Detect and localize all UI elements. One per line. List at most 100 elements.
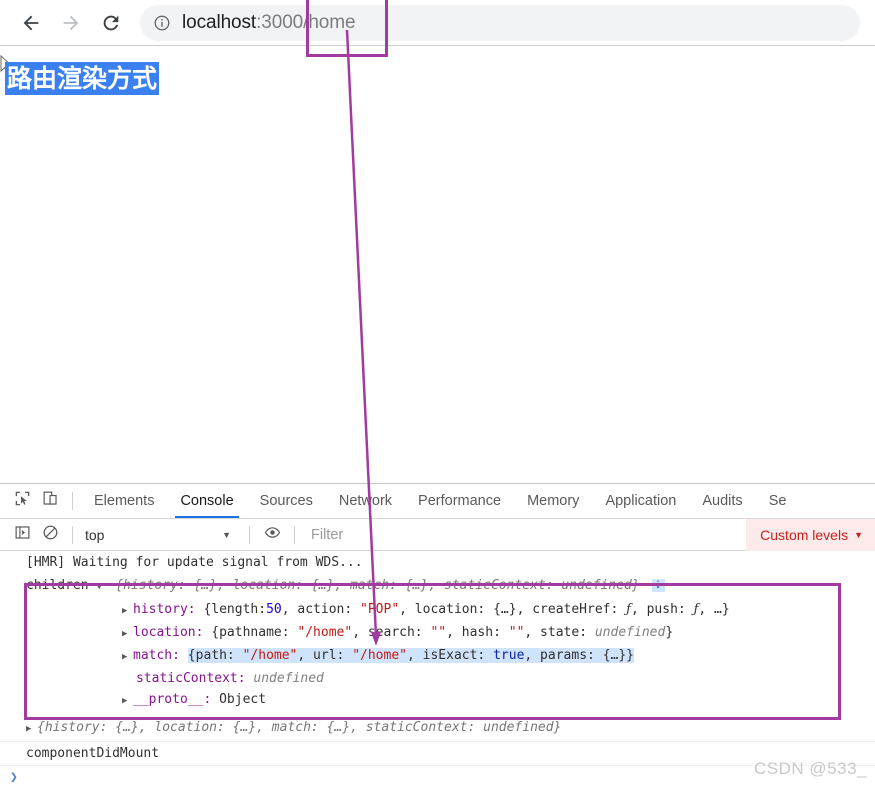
match-selected-text: {path: "/home", url: "/home", isExact: t…	[187, 648, 634, 663]
tab-performance[interactable]: Performance	[405, 484, 514, 518]
live-expression-button[interactable]	[258, 522, 286, 548]
devtools-tabbar: Elements Console Sources Network Perform…	[0, 484, 875, 519]
console-message-didmount: componentDidMount	[0, 742, 875, 766]
location-tail: }	[665, 625, 674, 640]
tab-memory[interactable]: Memory	[514, 484, 592, 518]
clear-console-button[interactable]	[36, 522, 64, 548]
history-location-key: , location:	[399, 602, 486, 617]
match-key: match:	[133, 648, 180, 663]
tab-elements[interactable]: Elements	[81, 484, 167, 518]
address-bar[interactable]: localhost:3000/home	[140, 5, 860, 41]
inspect-cursor-icon	[14, 490, 31, 512]
console-sidebar-toggle[interactable]	[8, 522, 36, 548]
url-host: localhost	[182, 12, 257, 33]
back-button[interactable]	[14, 6, 48, 40]
browser-toolbar: localhost:3000/home	[0, 0, 875, 46]
history-action-value: "POP"	[360, 602, 400, 617]
collapsed-object-summary: {history: {…}, location: {…}, match: {…}…	[37, 720, 562, 735]
screenshot-root: localhost:3000/home 路由渲染方式 Elements Cons…	[0, 0, 875, 795]
match-brace: {path:	[187, 648, 235, 663]
history-key: history:	[133, 602, 196, 617]
console-message-collapsed-object[interactable]: ▶ {history: {…}, location: {…}, match: {……	[0, 712, 875, 742]
console-message-children[interactable]: children ▼ {history: {…}, location: {…},…	[0, 574, 875, 599]
staticcontext-value: undefined	[253, 671, 324, 686]
console-prop-location[interactable]: ▶ location: {pathname: "/home", search: "…	[0, 622, 875, 645]
tab-sources[interactable]: Sources	[247, 484, 326, 518]
location-state-key: , state:	[524, 625, 588, 640]
console-prop-history[interactable]: ▶ history: {length:50, action: "POP", loc…	[0, 599, 875, 622]
filterbar-divider-3	[294, 525, 295, 544]
console-levels-dropdown[interactable]: Custom levels ▼	[746, 518, 875, 551]
device-toggle-icon	[42, 490, 59, 512]
toolbar-divider	[72, 492, 73, 510]
staticcontext-key: staticContext:	[136, 671, 246, 686]
page-viewport: 路由渲染方式	[0, 47, 875, 483]
clear-console-icon	[42, 524, 59, 546]
chevron-down-icon: ▼	[854, 529, 863, 540]
didmount-text: componentDidMount	[26, 746, 160, 761]
console-prop-staticcontext: staticContext: undefined	[0, 668, 875, 689]
tab-security[interactable]: Se	[756, 484, 800, 518]
match-isexact-value: true	[493, 648, 525, 663]
devtools-panel: Elements Console Sources Network Perform…	[0, 483, 875, 795]
forward-arrow-icon	[60, 12, 82, 34]
match-isexact-key: , isExact:	[406, 648, 486, 663]
tab-network[interactable]: Network	[326, 484, 405, 518]
location-pathname-value: "/home"	[297, 625, 353, 640]
match-params-key: , params:	[524, 648, 595, 663]
sidebar-panel-icon	[14, 524, 31, 546]
execution-context-select[interactable]: top ▼	[81, 527, 241, 543]
tab-application[interactable]: Application	[592, 484, 689, 518]
history-push-key: , push:	[630, 602, 686, 617]
disclosure-triangle-icon[interactable]: ▶	[122, 601, 133, 622]
disclosure-triangle-icon[interactable]: ▶	[26, 720, 37, 739]
history-location-value: {…}	[493, 602, 517, 617]
hmr-text: [HMR] Waiting for update signal from WDS…	[26, 555, 363, 570]
console-levels-label: Custom levels	[760, 526, 849, 543]
info-badge-icon[interactable]: i	[651, 579, 665, 592]
url-port: :3000	[256, 12, 304, 33]
tab-console[interactable]: Console	[167, 484, 246, 518]
reload-button[interactable]	[94, 6, 128, 40]
console-prompt-caret-icon: ❯	[10, 770, 18, 785]
console-message-hmr: [HMR] Waiting for update signal from WDS…	[0, 551, 875, 574]
disclosure-triangle-icon[interactable]: ▶	[122, 691, 133, 712]
page-title: 路由渲染方式	[5, 62, 160, 96]
disclosure-triangle-icon[interactable]: ▶	[122, 624, 133, 645]
csdn-watermark: CSDN @533_	[754, 759, 867, 778]
forward-button[interactable]	[54, 6, 88, 40]
disclosure-triangle-open-icon[interactable]: ▼	[96, 578, 107, 597]
console-prop-match[interactable]: ▶ match: {path: "/home", url: "/home", is…	[0, 645, 875, 668]
location-search-key: , search:	[352, 625, 423, 640]
url-path: /home	[303, 12, 356, 33]
children-summary: {history: {…}, location: {…}, match: {…}…	[115, 578, 640, 593]
history-tail: , …}	[698, 602, 730, 617]
reload-icon	[100, 12, 122, 34]
console-output[interactable]: [HMR] Waiting for update signal from WDS…	[0, 551, 875, 795]
match-path-value: "/home"	[242, 648, 298, 663]
console-prompt[interactable]: ❯	[0, 766, 875, 789]
console-prop-proto[interactable]: ▶ __proto__: Object	[0, 689, 875, 712]
proto-value: Object	[219, 692, 267, 707]
tab-audits[interactable]: Audits	[689, 484, 755, 518]
console-filter-bar: top ▼ Custom levels ▼	[0, 518, 875, 551]
disclosure-triangle-icon[interactable]: ▶	[122, 647, 133, 668]
location-brace: {pathname:	[211, 625, 290, 640]
site-info-icon[interactable]	[152, 13, 172, 33]
execution-context-value: top	[85, 526, 105, 543]
device-toolbar-button[interactable]	[36, 488, 64, 514]
location-key: location:	[133, 625, 204, 640]
location-hash-value: ""	[508, 625, 525, 640]
address-bar-url: localhost:3000/home	[182, 12, 356, 34]
console-filter-input[interactable]	[303, 522, 747, 547]
eye-icon	[264, 524, 281, 546]
match-tail: }	[626, 648, 634, 663]
proto-key: __proto__:	[133, 692, 212, 707]
match-params-value: {…}	[602, 648, 627, 663]
match-url-key: , url:	[297, 648, 345, 663]
inspect-element-button[interactable]	[8, 488, 36, 514]
back-arrow-icon	[20, 12, 42, 34]
location-hash-key: , hash:	[446, 625, 501, 640]
history-brace: {length:	[203, 602, 267, 617]
match-url-value: "/home"	[352, 648, 407, 663]
